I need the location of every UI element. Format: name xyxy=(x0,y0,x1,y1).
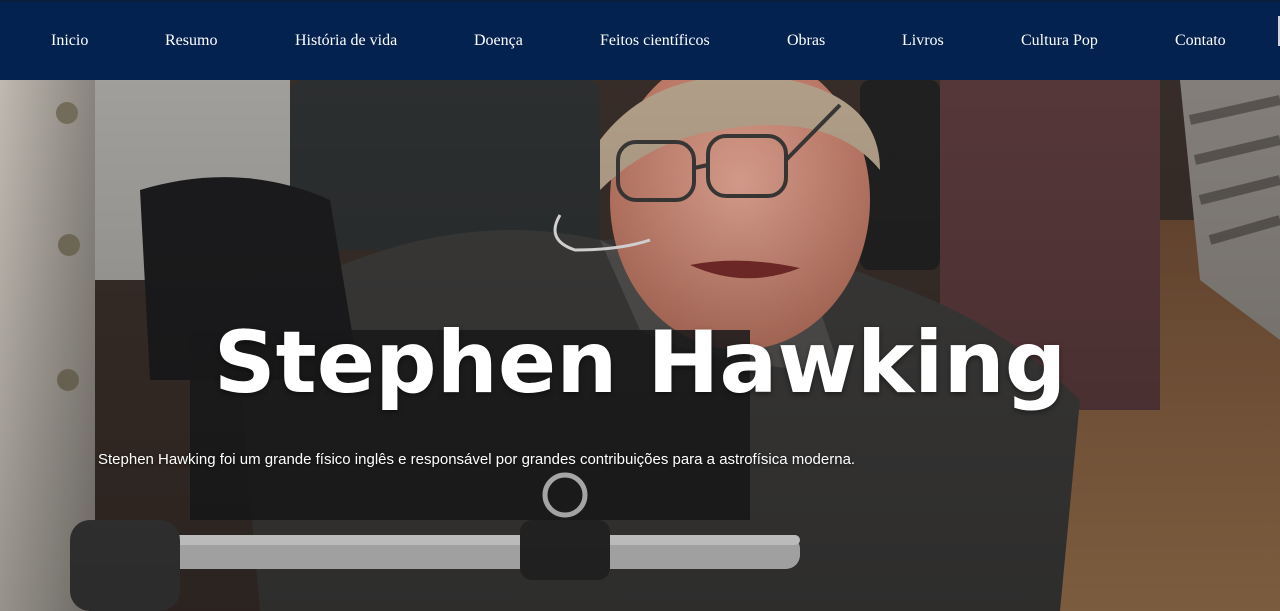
nav-link-historia-de-vida[interactable]: História de vida xyxy=(295,32,397,50)
nav-link-inicio[interactable]: Inicio xyxy=(51,32,88,50)
nav-link-resumo[interactable]: Resumo xyxy=(165,32,217,50)
nav-link-contato[interactable]: Contato xyxy=(1175,32,1226,50)
nav-link-doenca[interactable]: Doença xyxy=(474,32,523,50)
hero-title: Stephen Hawking xyxy=(213,313,1067,413)
nav-link-obras[interactable]: Obras xyxy=(787,32,825,50)
top-navigation-bar: Inicio Resumo História de vida Doença Fe… xyxy=(0,0,1280,80)
nav-link-feitos-cientificos[interactable]: Feitos científicos xyxy=(600,32,710,50)
hero-subtitle: Stephen Hawking foi um grande físico ing… xyxy=(98,451,856,468)
nav-link-cultura-pop[interactable]: Cultura Pop xyxy=(1021,32,1098,50)
hero-banner: Stephen Hawking Stephen Hawking foi um g… xyxy=(0,80,1280,611)
nav-link-livros[interactable]: Livros xyxy=(902,32,944,50)
